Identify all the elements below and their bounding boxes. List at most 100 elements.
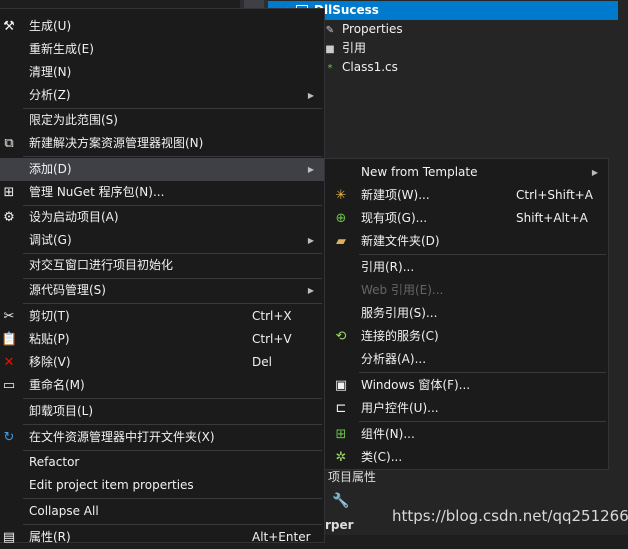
wrench-icon[interactable]: 🔧 xyxy=(332,493,349,509)
menu-label: 调试(G) xyxy=(29,233,72,247)
menu-paste[interactable]: 📋 粘贴(P) Ctrl+V xyxy=(0,328,324,351)
class-icon: ✲ xyxy=(335,450,347,465)
menu-set-startup[interactable]: ⚙ 设为启动项目(A) xyxy=(0,206,324,229)
menu-label: 对交互窗口进行项目初始化 xyxy=(29,258,174,272)
menu-label: 类(C)... xyxy=(361,450,403,464)
submenu-existing-item[interactable]: ⊕ 现有项(G)... Shift+Alt+A xyxy=(325,207,608,230)
menu-label: 生成(U) xyxy=(29,19,72,33)
tree-item-label: 引用 xyxy=(342,41,367,55)
submenu-arrow-icon: ▶ xyxy=(591,168,598,177)
menu-label: 管理 NuGet 程序包(N)... xyxy=(29,185,165,199)
menu-label: 属性(R) xyxy=(29,530,71,544)
submenu-reference[interactable]: 引用(R)... xyxy=(325,256,608,279)
submenu-arrow-icon: ▶ xyxy=(307,165,314,174)
submenu-new-from-template[interactable]: New from Template ▶ xyxy=(325,161,608,184)
project-context-menu: ⚒ 生成(U) 重新生成(E) 清理(N) 分析(Z) ▶ 限定为此范围(S) ⧉ 新… xyxy=(0,8,325,545)
menu-refactor[interactable]: Refactor xyxy=(0,451,324,474)
tree-item-references[interactable]: ■ 引用 xyxy=(324,39,366,58)
menu-properties[interactable]: ▤ 属性(R) Alt+Enter xyxy=(0,526,324,549)
menu-edit-item-properties[interactable]: Edit project item properties xyxy=(0,474,324,497)
menu-label: 组件(N)... xyxy=(361,427,415,441)
menu-label: Windows 窗体(F)... xyxy=(361,378,471,392)
menu-label: 粘贴(P) xyxy=(29,332,70,346)
menu-label: 新建项(W)... xyxy=(361,188,430,202)
menu-separator xyxy=(23,498,322,499)
menu-separator xyxy=(23,156,322,157)
menu-source-control[interactable]: 源代码管理(S) ▶ xyxy=(0,279,324,302)
menu-new-solution-view[interactable]: ⧉ 新建解决方案资源管理器视图(N) xyxy=(0,132,324,155)
menu-label: 引用(R)... xyxy=(361,260,415,274)
menu-debug[interactable]: 调试(G) ▶ xyxy=(0,229,324,252)
menu-scope-to-this[interactable]: 限定为此范围(S) xyxy=(0,109,324,132)
watermark: https://blog.csdn.net/qq2512667 xyxy=(392,507,628,525)
menu-separator xyxy=(359,372,606,373)
submenu-user-control[interactable]: ⊏ 用户控件(U)... xyxy=(325,397,608,420)
submenu-service-reference[interactable]: 服务引用(S)... xyxy=(325,302,608,325)
menu-separator xyxy=(23,303,322,304)
properties-icon: ▤ xyxy=(2,530,16,545)
menu-label: 限定为此范围(S) xyxy=(29,113,118,127)
menu-init-interactive[interactable]: 对交互窗口进行项目初始化 xyxy=(0,254,324,277)
refresh-arrow-icon: ↻ xyxy=(3,430,15,445)
build-icon: ⚒ xyxy=(3,19,15,34)
submenu-new-folder[interactable]: ▰ 新建文件夹(D) xyxy=(325,230,608,253)
menu-label: Collapse All xyxy=(29,504,99,518)
gear-icon: ⚙ xyxy=(3,210,15,225)
windows-form-icon: ▣ xyxy=(334,378,348,393)
menu-label: 重命名(M) xyxy=(29,378,85,392)
tree-item-class1[interactable]: * Class1.cs xyxy=(324,58,398,77)
menu-label: 分析器(A)... xyxy=(361,352,427,366)
rename-icon: ▭ xyxy=(2,378,16,393)
menu-unload-project[interactable]: 卸载项目(L) xyxy=(0,400,324,423)
new-item-icon: ✳ xyxy=(335,188,347,203)
submenu-web-reference: Web 引用(E)... xyxy=(325,279,608,302)
properties-title: 项目属性 xyxy=(328,470,377,484)
menu-add[interactable]: 添加(D) ▶ xyxy=(0,158,324,181)
submenu-new-item[interactable]: ✳ 新建项(W)... Ctrl+Shift+A xyxy=(325,184,608,207)
connected-service-icon: ⟲ xyxy=(335,329,347,344)
menu-shortcut: Shift+Alt+A xyxy=(516,211,588,225)
menu-clean[interactable]: 清理(N) xyxy=(0,61,324,84)
menu-label: 新建文件夹(D) xyxy=(361,234,440,248)
submenu-class[interactable]: ✲ 类(C)... xyxy=(325,446,608,469)
existing-item-icon: ⊕ xyxy=(335,211,347,226)
tree-item-label: Class1.cs xyxy=(342,60,398,74)
menu-open-in-explorer[interactable]: ↻ 在文件资源管理器中打开文件夹(X) xyxy=(0,426,324,449)
menu-label: New from Template xyxy=(361,165,478,179)
paste-icon: 📋 xyxy=(1,332,18,347)
tree-item-properties[interactable]: ✎ Properties xyxy=(324,20,403,39)
tree-item-label: Properties xyxy=(342,22,403,36)
menu-label: 添加(D) xyxy=(29,162,72,176)
add-submenu: New from Template ▶ ✳ 新建项(W)... Ctrl+Shift+… xyxy=(324,158,609,470)
menu-build[interactable]: ⚒ 生成(U) xyxy=(0,15,324,38)
menu-rebuild[interactable]: 重新生成(E) xyxy=(0,38,324,61)
menu-shortcut: Del xyxy=(252,355,272,369)
submenu-arrow-icon: ▶ xyxy=(307,91,314,100)
menu-label: 新建解决方案资源管理器视图(N) xyxy=(29,136,204,150)
menu-label: 连接的服务(C) xyxy=(361,329,439,343)
menu-analyze[interactable]: 分析(Z) ▶ xyxy=(0,84,324,107)
submenu-connected-service[interactable]: ⟲ 连接的服务(C) xyxy=(325,325,608,348)
menu-collapse-all[interactable]: Collapse All xyxy=(0,500,324,523)
menu-label: 移除(V) xyxy=(29,355,71,369)
menu-label: 清理(N) xyxy=(29,65,72,79)
menu-label: 现有项(G)... xyxy=(361,211,428,225)
properties-partial-text: rper xyxy=(325,518,354,532)
menu-label: 重新生成(E) xyxy=(29,42,94,56)
submenu-component[interactable]: ⊞ 组件(N)... xyxy=(325,423,608,446)
menu-rename[interactable]: ▭ 重命名(M) xyxy=(0,374,324,397)
submenu-analyzer[interactable]: 分析器(A)... xyxy=(325,348,608,371)
menu-shortcut: Ctrl+V xyxy=(252,332,292,346)
nuget-icon: ⊞ xyxy=(3,185,15,200)
scissors-icon: ✂ xyxy=(3,309,15,324)
menu-separator xyxy=(359,254,606,255)
menu-label: 设为启动项目(A) xyxy=(29,210,119,224)
submenu-windows-form[interactable]: ▣ Windows 窗体(F)... xyxy=(325,374,608,397)
folder-icon: ▰ xyxy=(336,234,346,249)
menu-label: 在文件资源管理器中打开文件夹(X) xyxy=(29,430,215,444)
menu-remove[interactable]: ✕ 移除(V) Del xyxy=(0,351,324,374)
menu-cut[interactable]: ✂ 剪切(T) Ctrl+X xyxy=(0,305,324,328)
menu-label: Refactor xyxy=(29,455,80,469)
new-view-icon: ⧉ xyxy=(4,136,14,151)
menu-manage-nuget[interactable]: ⊞ 管理 NuGet 程序包(N)... xyxy=(0,181,324,204)
